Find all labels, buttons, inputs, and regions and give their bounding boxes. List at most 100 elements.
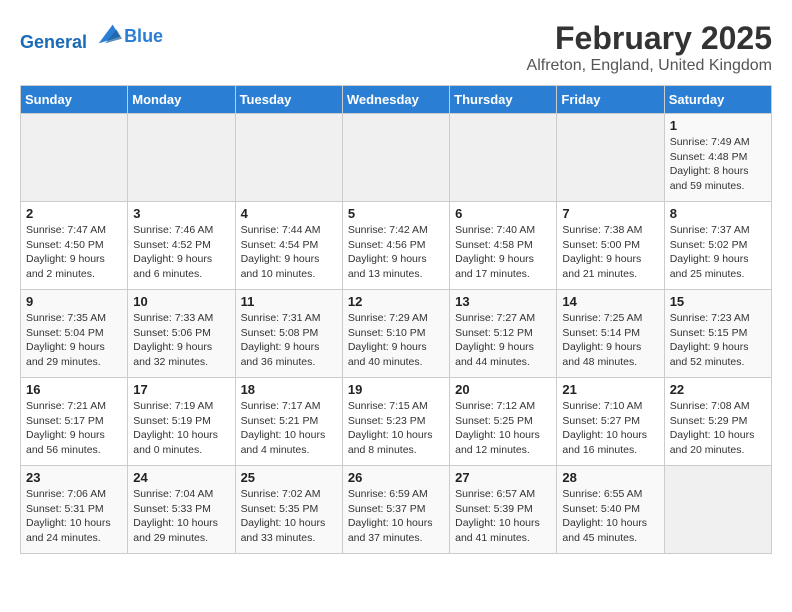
- calendar-cell: 5 Sunrise: 7:42 AM Sunset: 4:56 PM Daylig…: [342, 202, 449, 290]
- day-number: 4: [241, 206, 337, 221]
- day-number: 8: [670, 206, 766, 221]
- day-number: 9: [26, 294, 122, 309]
- logo-blue: Blue: [124, 27, 163, 47]
- calendar-cell: [128, 114, 235, 202]
- calendar-cell: 10 Sunrise: 7:33 AM Sunset: 5:06 PM Dayli…: [128, 290, 235, 378]
- day-number: 7: [562, 206, 658, 221]
- day-number: 16: [26, 382, 122, 397]
- day-info: Sunrise: 7:04 AM Sunset: 5:33 PM Dayligh…: [133, 487, 229, 546]
- calendar-cell: 27 Sunrise: 6:57 AM Sunset: 5:39 PM Dayli…: [450, 466, 557, 554]
- calendar-cell: 22 Sunrise: 7:08 AM Sunset: 5:29 PM Dayli…: [664, 378, 771, 466]
- calendar-cell: 9 Sunrise: 7:35 AM Sunset: 5:04 PM Daylig…: [21, 290, 128, 378]
- weekday-sunday: Sunday: [21, 86, 128, 114]
- day-info: Sunrise: 7:33 AM Sunset: 5:06 PM Dayligh…: [133, 311, 229, 370]
- calendar-cell: [342, 114, 449, 202]
- day-info: Sunrise: 6:59 AM Sunset: 5:37 PM Dayligh…: [348, 487, 444, 546]
- day-info: Sunrise: 7:31 AM Sunset: 5:08 PM Dayligh…: [241, 311, 337, 370]
- day-info: Sunrise: 6:57 AM Sunset: 5:39 PM Dayligh…: [455, 487, 551, 546]
- weekday-wednesday: Wednesday: [342, 86, 449, 114]
- week-row-4: 16 Sunrise: 7:21 AM Sunset: 5:17 PM Dayli…: [21, 378, 772, 466]
- calendar-cell: 21Sunrise: 7:10 AM Sunset: 5:27 PM Dayli…: [557, 378, 664, 466]
- calendar-cell: 19 Sunrise: 7:15 AM Sunset: 5:23 PM Dayli…: [342, 378, 449, 466]
- day-info: Sunrise: 7:27 AM Sunset: 5:12 PM Dayligh…: [455, 311, 551, 370]
- weekday-tuesday: Tuesday: [235, 86, 342, 114]
- weekday-thursday: Thursday: [450, 86, 557, 114]
- logo-text: General: [20, 20, 122, 53]
- day-info: Sunrise: 7:06 AM Sunset: 5:31 PM Dayligh…: [26, 487, 122, 546]
- day-number: 3: [133, 206, 229, 221]
- calendar-cell: [664, 466, 771, 554]
- calendar-cell: 23 Sunrise: 7:06 AM Sunset: 5:31 PM Dayli…: [21, 466, 128, 554]
- calendar-cell: 20 Sunrise: 7:12 AM Sunset: 5:25 PM Dayli…: [450, 378, 557, 466]
- day-info: Sunrise: 7:49 AM Sunset: 4:48 PM Dayligh…: [670, 135, 766, 194]
- calendar-cell: [557, 114, 664, 202]
- calendar-cell: 16 Sunrise: 7:21 AM Sunset: 5:17 PM Dayli…: [21, 378, 128, 466]
- day-info: Sunrise: 7:17 AM Sunset: 5:21 PM Dayligh…: [241, 399, 337, 458]
- calendar-cell: 26 Sunrise: 6:59 AM Sunset: 5:37 PM Dayli…: [342, 466, 449, 554]
- day-number: 10: [133, 294, 229, 309]
- day-info: Sunrise: 7:44 AM Sunset: 4:54 PM Dayligh…: [241, 223, 337, 282]
- day-number: 22: [670, 382, 766, 397]
- title-area: February 2025 Alfreton, England, United …: [527, 20, 772, 75]
- day-number: 18: [241, 382, 337, 397]
- day-number: 17: [133, 382, 229, 397]
- calendar-cell: 12Sunrise: 7:29 AM Sunset: 5:10 PM Dayli…: [342, 290, 449, 378]
- calendar-cell: 14 Sunrise: 7:25 AM Sunset: 5:14 PM Dayli…: [557, 290, 664, 378]
- day-info: Sunrise: 7:23 AM Sunset: 5:15 PM Dayligh…: [670, 311, 766, 370]
- day-info: Sunrise: 7:37 AM Sunset: 5:02 PM Dayligh…: [670, 223, 766, 282]
- calendar-cell: 8 Sunrise: 7:37 AM Sunset: 5:02 PM Daylig…: [664, 202, 771, 290]
- calendar-cell: 1Sunrise: 7:49 AM Sunset: 4:48 PM Daylig…: [664, 114, 771, 202]
- day-number: 26: [348, 470, 444, 485]
- calendar-cell: 15 Sunrise: 7:23 AM Sunset: 5:15 PM Dayli…: [664, 290, 771, 378]
- day-number: 6: [455, 206, 551, 221]
- day-number: 5: [348, 206, 444, 221]
- day-number: 25: [241, 470, 337, 485]
- day-info: Sunrise: 7:42 AM Sunset: 4:56 PM Dayligh…: [348, 223, 444, 282]
- day-info: Sunrise: 7:47 AM Sunset: 4:50 PM Dayligh…: [26, 223, 122, 282]
- day-number: 28: [562, 470, 658, 485]
- day-info: Sunrise: 7:15 AM Sunset: 5:23 PM Dayligh…: [348, 399, 444, 458]
- day-info: Sunrise: 7:08 AM Sunset: 5:29 PM Dayligh…: [670, 399, 766, 458]
- header: General Blue February 2025 Alfreton, Eng…: [20, 20, 772, 75]
- day-info: Sunrise: 7:35 AM Sunset: 5:04 PM Dayligh…: [26, 311, 122, 370]
- week-row-3: 9 Sunrise: 7:35 AM Sunset: 5:04 PM Daylig…: [21, 290, 772, 378]
- day-number: 14: [562, 294, 658, 309]
- day-number: 15: [670, 294, 766, 309]
- calendar-cell: 18 Sunrise: 7:17 AM Sunset: 5:21 PM Dayli…: [235, 378, 342, 466]
- week-row-2: 2Sunrise: 7:47 AM Sunset: 4:50 PM Daylig…: [21, 202, 772, 290]
- calendar-cell: 4 Sunrise: 7:44 AM Sunset: 4:54 PM Daylig…: [235, 202, 342, 290]
- weekday-monday: Monday: [128, 86, 235, 114]
- day-number: 20: [455, 382, 551, 397]
- day-info: Sunrise: 7:19 AM Sunset: 5:19 PM Dayligh…: [133, 399, 229, 458]
- calendar-cell: 13 Sunrise: 7:27 AM Sunset: 5:12 PM Dayli…: [450, 290, 557, 378]
- day-number: 27: [455, 470, 551, 485]
- day-info: Sunrise: 7:02 AM Sunset: 5:35 PM Dayligh…: [241, 487, 337, 546]
- weekday-friday: Friday: [557, 86, 664, 114]
- day-info: Sunrise: 6:55 AM Sunset: 5:40 PM Dayligh…: [562, 487, 658, 546]
- calendar-cell: 3Sunrise: 7:46 AM Sunset: 4:52 PM Daylig…: [128, 202, 235, 290]
- week-row-1: 1Sunrise: 7:49 AM Sunset: 4:48 PM Daylig…: [21, 114, 772, 202]
- calendar-cell: 24Sunrise: 7:04 AM Sunset: 5:33 PM Dayli…: [128, 466, 235, 554]
- day-number: 13: [455, 294, 551, 309]
- calendar-cell: [450, 114, 557, 202]
- calendar-cell: 17 Sunrise: 7:19 AM Sunset: 5:19 PM Dayli…: [128, 378, 235, 466]
- day-info: Sunrise: 7:12 AM Sunset: 5:25 PM Dayligh…: [455, 399, 551, 458]
- calendar-cell: 25 Sunrise: 7:02 AM Sunset: 5:35 PM Dayli…: [235, 466, 342, 554]
- day-number: 19: [348, 382, 444, 397]
- calendar-cell: [235, 114, 342, 202]
- day-info: Sunrise: 7:25 AM Sunset: 5:14 PM Dayligh…: [562, 311, 658, 370]
- day-number: 11: [241, 294, 337, 309]
- calendar-cell: 2Sunrise: 7:47 AM Sunset: 4:50 PM Daylig…: [21, 202, 128, 290]
- calendar-cell: [21, 114, 128, 202]
- day-number: 23: [26, 470, 122, 485]
- day-info: Sunrise: 7:21 AM Sunset: 5:17 PM Dayligh…: [26, 399, 122, 458]
- week-row-5: 23 Sunrise: 7:06 AM Sunset: 5:31 PM Dayli…: [21, 466, 772, 554]
- logo: General Blue: [20, 20, 163, 53]
- day-info: Sunrise: 7:38 AM Sunset: 5:00 PM Dayligh…: [562, 223, 658, 282]
- calendar-cell: 6Sunrise: 7:40 AM Sunset: 4:58 PM Daylig…: [450, 202, 557, 290]
- calendar-cell: 28 Sunrise: 6:55 AM Sunset: 5:40 PM Dayli…: [557, 466, 664, 554]
- calendar: SundayMondayTuesdayWednesdayThursdayFrid…: [20, 85, 772, 554]
- day-number: 21: [562, 382, 658, 397]
- weekday-saturday: Saturday: [664, 86, 771, 114]
- month-title: February 2025: [527, 20, 772, 57]
